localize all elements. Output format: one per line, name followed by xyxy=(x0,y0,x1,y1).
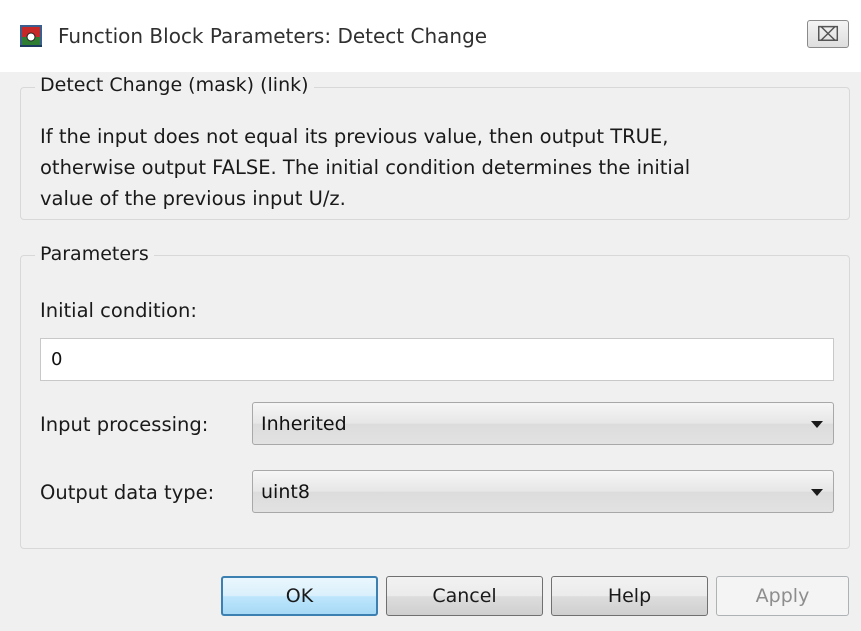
initial-condition-label: Initial condition: xyxy=(40,299,197,322)
dialog-window: Function Block Parameters: Detect Change… xyxy=(0,0,861,631)
cancel-button[interactable]: Cancel xyxy=(386,576,543,616)
description-line: otherwise output FALSE. The initial cond… xyxy=(40,156,691,179)
input-processing-dropdown[interactable]: Inherited xyxy=(252,402,834,445)
apply-button: Apply xyxy=(716,576,849,616)
output-data-type-dropdown[interactable]: uint8 xyxy=(252,470,834,513)
description-group-title: Detect Change (mask) (link) xyxy=(35,74,314,96)
close-button[interactable]: ⌧ xyxy=(807,20,849,48)
parameters-group-title: Parameters xyxy=(35,243,154,265)
help-button[interactable]: Help xyxy=(551,576,708,616)
title-bar[interactable]: Function Block Parameters: Detect Change… xyxy=(0,0,861,72)
close-icon: ⌧ xyxy=(816,22,840,46)
output-data-type-value: uint8 xyxy=(261,481,310,503)
ok-button[interactable]: OK xyxy=(221,576,378,616)
input-processing-label: Input processing: xyxy=(40,413,209,436)
output-data-type-label: Output data type: xyxy=(40,481,215,504)
description-line: If the input does not equal its previous… xyxy=(40,125,669,148)
chevron-down-icon xyxy=(811,489,823,496)
input-processing-value: Inherited xyxy=(261,413,347,435)
simulink-block-icon xyxy=(20,25,42,47)
description-line: value of the previous input U/z. xyxy=(40,187,346,210)
initial-condition-input[interactable] xyxy=(40,338,834,381)
chevron-down-icon xyxy=(811,421,823,428)
block-description: If the input does not equal its previous… xyxy=(40,121,840,214)
window-title: Function Block Parameters: Detect Change xyxy=(58,24,488,48)
